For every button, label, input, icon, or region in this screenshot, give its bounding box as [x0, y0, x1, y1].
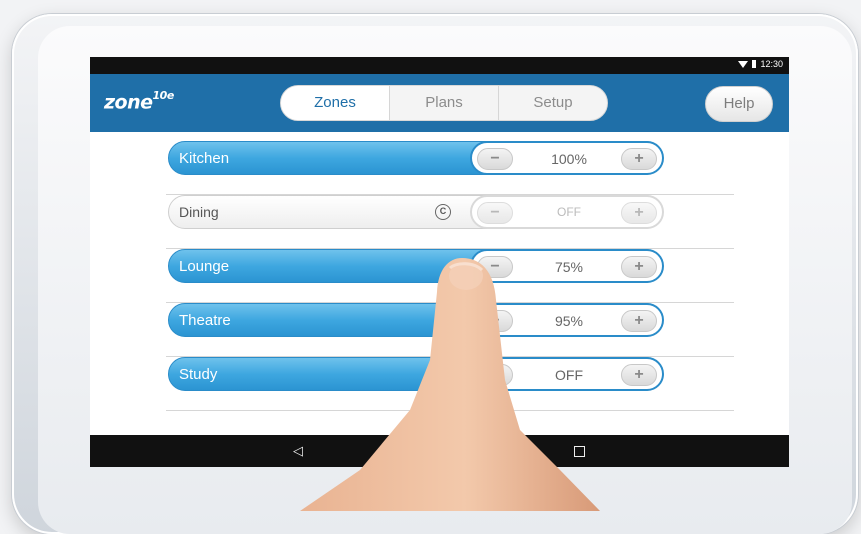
- increase-button[interactable]: +: [621, 364, 657, 386]
- level-control: − 75% +: [470, 249, 664, 283]
- increase-button[interactable]: +: [621, 148, 657, 170]
- app-logo: zone10e: [104, 89, 175, 114]
- logo-superscript: 10e: [152, 89, 175, 102]
- level-control: − 95% +: [470, 303, 664, 337]
- level-value: 100%: [551, 151, 587, 167]
- zone-name: Dining: [179, 204, 219, 220]
- climate-c-icon: C: [435, 204, 451, 220]
- status-time: 12:30: [760, 59, 783, 69]
- zone-name: Study: [179, 366, 218, 383]
- tab-setup[interactable]: Setup: [498, 86, 607, 120]
- zone-list: Kitchen − 100% + Dining C − OFF + Lounge: [166, 141, 734, 411]
- zone-name: Theatre: [179, 312, 231, 329]
- decrease-button[interactable]: −: [477, 310, 513, 332]
- help-button[interactable]: Help: [705, 86, 773, 122]
- status-bar: 12:30: [90, 57, 789, 74]
- zone-name: Kitchen: [179, 150, 230, 167]
- decrease-button[interactable]: −: [477, 202, 513, 224]
- recent-apps-icon[interactable]: [574, 446, 585, 457]
- tab-zones[interactable]: Zones: [281, 86, 389, 120]
- zone-row-study: Study − OFF +: [166, 357, 734, 411]
- level-control: − OFF +: [470, 357, 664, 391]
- logo-text: zone: [104, 91, 153, 114]
- level-value: OFF: [557, 205, 581, 219]
- increase-button[interactable]: +: [621, 310, 657, 332]
- level-value: OFF: [555, 367, 583, 383]
- zone-row-dining: Dining C − OFF +: [166, 195, 734, 249]
- status-indicators: 12:30: [738, 59, 783, 69]
- zone-name: Lounge: [179, 258, 230, 275]
- android-nav-bar: ◁: [90, 435, 789, 467]
- level-control: − 100% +: [470, 141, 664, 175]
- tab-plans[interactable]: Plans: [389, 86, 498, 120]
- tab-bar: Zones Plans Setup: [280, 85, 608, 121]
- level-control: − OFF +: [470, 195, 664, 229]
- level-value: 75%: [554, 259, 584, 275]
- level-value: 95%: [554, 313, 584, 329]
- zone-row-kitchen: Kitchen − 100% +: [166, 141, 734, 195]
- home-icon[interactable]: [435, 444, 449, 458]
- decrease-button[interactable]: −: [477, 256, 513, 278]
- zone-row-lounge: Lounge − 75% +: [166, 249, 734, 303]
- back-icon[interactable]: ◁: [293, 443, 303, 459]
- decrease-button[interactable]: −: [477, 148, 513, 170]
- increase-button[interactable]: +: [621, 256, 657, 278]
- tablet-screen: 12:30 zone10e Zones Plans Setup Help Kit…: [90, 57, 789, 467]
- app-header: zone10e Zones Plans Setup Help: [90, 74, 789, 132]
- wifi-icon: [738, 60, 749, 68]
- zone-row-theatre: Theatre − 95% +: [166, 303, 734, 357]
- battery-icon: [752, 60, 757, 68]
- increase-button[interactable]: +: [621, 202, 657, 224]
- decrease-button[interactable]: −: [477, 364, 513, 386]
